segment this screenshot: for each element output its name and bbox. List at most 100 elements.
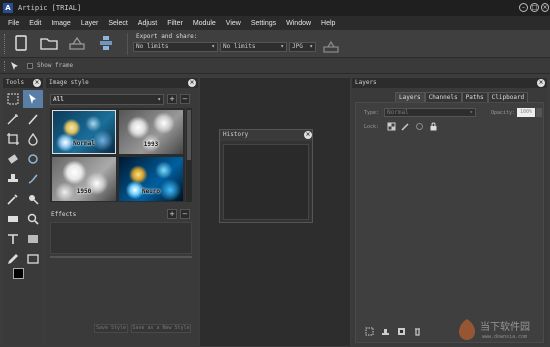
effects-label: Effects [51, 211, 77, 218]
smudge-icon[interactable] [26, 172, 40, 186]
style-category-select[interactable]: All ▾ [50, 94, 164, 105]
batch-process-icon[interactable] [97, 35, 115, 51]
tab-channels[interactable]: Channels [424, 92, 462, 102]
export-size-value-2: No limits [223, 43, 256, 50]
history-list[interactable] [223, 144, 309, 220]
text-tool-icon[interactable] [6, 232, 20, 246]
new-file-icon[interactable] [12, 35, 30, 51]
menu-help[interactable]: Help [316, 20, 340, 27]
clone-icon[interactable] [26, 152, 40, 166]
style-category-value: All [53, 96, 64, 103]
history-title: History [223, 131, 249, 138]
menu-file[interactable]: File [3, 20, 24, 27]
opacity-slider-button[interactable] [536, 108, 542, 117]
export-size-select-1[interactable]: No limits ▾ [133, 42, 218, 52]
save-new-style-button[interactable]: Save as a New Style [131, 324, 191, 333]
rect-select-icon[interactable] [6, 92, 20, 106]
drop-icon[interactable] [26, 132, 40, 146]
eraser-icon[interactable] [6, 152, 20, 166]
move-tool-icon[interactable] [26, 92, 40, 106]
magic-wand-icon[interactable] [6, 112, 20, 126]
menu-layer[interactable]: Layer [76, 20, 104, 27]
layers-list[interactable] [360, 137, 540, 317]
watermark-logo-icon [459, 319, 475, 340]
tab-layers[interactable]: Layers [395, 92, 425, 102]
export-share-label: Export and share: [136, 33, 198, 40]
tools-panel: Tools × [3, 78, 43, 346]
zoom-icon[interactable] [26, 212, 40, 226]
chevron-down-icon: ▾ [309, 43, 313, 50]
close-icon[interactable]: × [537, 79, 545, 87]
new-layer-group-icon[interactable] [365, 327, 374, 336]
delete-layer-icon[interactable] [413, 327, 422, 336]
share-icon[interactable] [322, 39, 340, 53]
lock-all-icon[interactable] [429, 122, 438, 131]
burn-icon[interactable] [26, 192, 40, 206]
fill-icon[interactable] [26, 232, 40, 246]
app-window: A Artipic [TRIAL] – □ × File Edit Image … [0, 0, 550, 347]
close-icon[interactable]: × [304, 131, 312, 139]
show-frame-label: Show frame [37, 62, 74, 69]
menu-image[interactable]: Image [46, 20, 75, 27]
opacity-input[interactable]: 100% [517, 108, 535, 117]
layers-title: Layers [355, 79, 377, 86]
foreground-color-swatch[interactable] [13, 268, 24, 279]
tab-paths[interactable]: Paths [461, 92, 488, 102]
layer-mask-icon[interactable] [397, 327, 406, 336]
close-icon[interactable]: × [188, 79, 196, 87]
menu-settings[interactable]: Settings [246, 20, 281, 27]
menu-adjust[interactable]: Adjust [133, 20, 162, 27]
pen-icon[interactable] [6, 252, 20, 266]
brush-icon[interactable] [26, 112, 40, 126]
open-folder-icon[interactable] [40, 35, 58, 51]
minimize-icon[interactable]: – [519, 3, 528, 12]
export-format-select[interactable]: JPG ▾ [289, 42, 316, 52]
menu-select[interactable]: Select [103, 20, 132, 27]
remove-style-button[interactable]: − [180, 94, 190, 104]
tab-clipboard[interactable]: Clipboard [487, 92, 529, 102]
style-thumb-1993[interactable]: 1993 [119, 110, 183, 154]
style-thumbnails-grid: Normal 1993 1950 Neuro [50, 108, 185, 202]
shape-icon[interactable] [26, 252, 40, 266]
menu-view[interactable]: View [221, 20, 246, 27]
blend-type-select[interactable]: Normal ▾ [384, 108, 476, 117]
close-icon[interactable]: × [33, 79, 41, 87]
layer-style-icon[interactable] [381, 327, 390, 336]
style-thumb-neuro[interactable]: Neuro [119, 157, 183, 201]
lock-paint-icon[interactable] [401, 122, 410, 131]
export-size-select-2[interactable]: No limits ▾ [220, 42, 287, 52]
effects-list[interactable] [50, 222, 192, 254]
style-thumb-1950[interactable]: 1950 [52, 157, 116, 201]
lock-position-icon[interactable] [415, 122, 424, 131]
crop-icon[interactable] [6, 132, 20, 146]
close-icon[interactable]: × [541, 3, 549, 12]
thumbnails-scrollbar[interactable] [186, 108, 192, 202]
gradient-icon[interactable] [6, 212, 20, 226]
window-title: Artipic [TRIAL] [18, 4, 82, 12]
maximize-icon[interactable]: □ [530, 3, 539, 12]
save-style-button[interactable]: Save Style [94, 324, 128, 333]
style-thumb-label: 1993 [143, 141, 159, 148]
scrollbar-thumb[interactable] [187, 110, 191, 160]
stamp-icon[interactable] [6, 172, 20, 186]
style-thumb-label: Normal [73, 140, 95, 147]
menu-module[interactable]: Module [188, 20, 221, 27]
menu-edit[interactable]: Edit [24, 20, 46, 27]
remove-effect-button[interactable]: − [180, 209, 190, 219]
export-size-value-1: No limits [136, 43, 169, 50]
add-effect-button[interactable]: + [167, 209, 177, 219]
show-frame-checkbox[interactable] [27, 63, 33, 69]
toolbar-grip [4, 34, 8, 54]
add-style-button[interactable]: + [167, 94, 177, 104]
opacity-label: Opacity: [491, 110, 516, 116]
arrow-cursor-icon [11, 62, 18, 70]
layers-panel: Layers × Layers Channels Paths Clipboard… [352, 78, 547, 346]
style-thumb-normal[interactable]: Normal [52, 110, 116, 154]
save-icon[interactable] [68, 35, 86, 51]
lock-transparency-icon[interactable] [387, 122, 396, 131]
layers-tabs: Layers Channels Paths Clipboard [395, 92, 529, 102]
eyedropper-icon[interactable] [6, 192, 20, 206]
effects-slider[interactable] [50, 256, 192, 258]
menu-filter[interactable]: Filter [162, 20, 188, 27]
menu-window[interactable]: Window [281, 20, 316, 27]
